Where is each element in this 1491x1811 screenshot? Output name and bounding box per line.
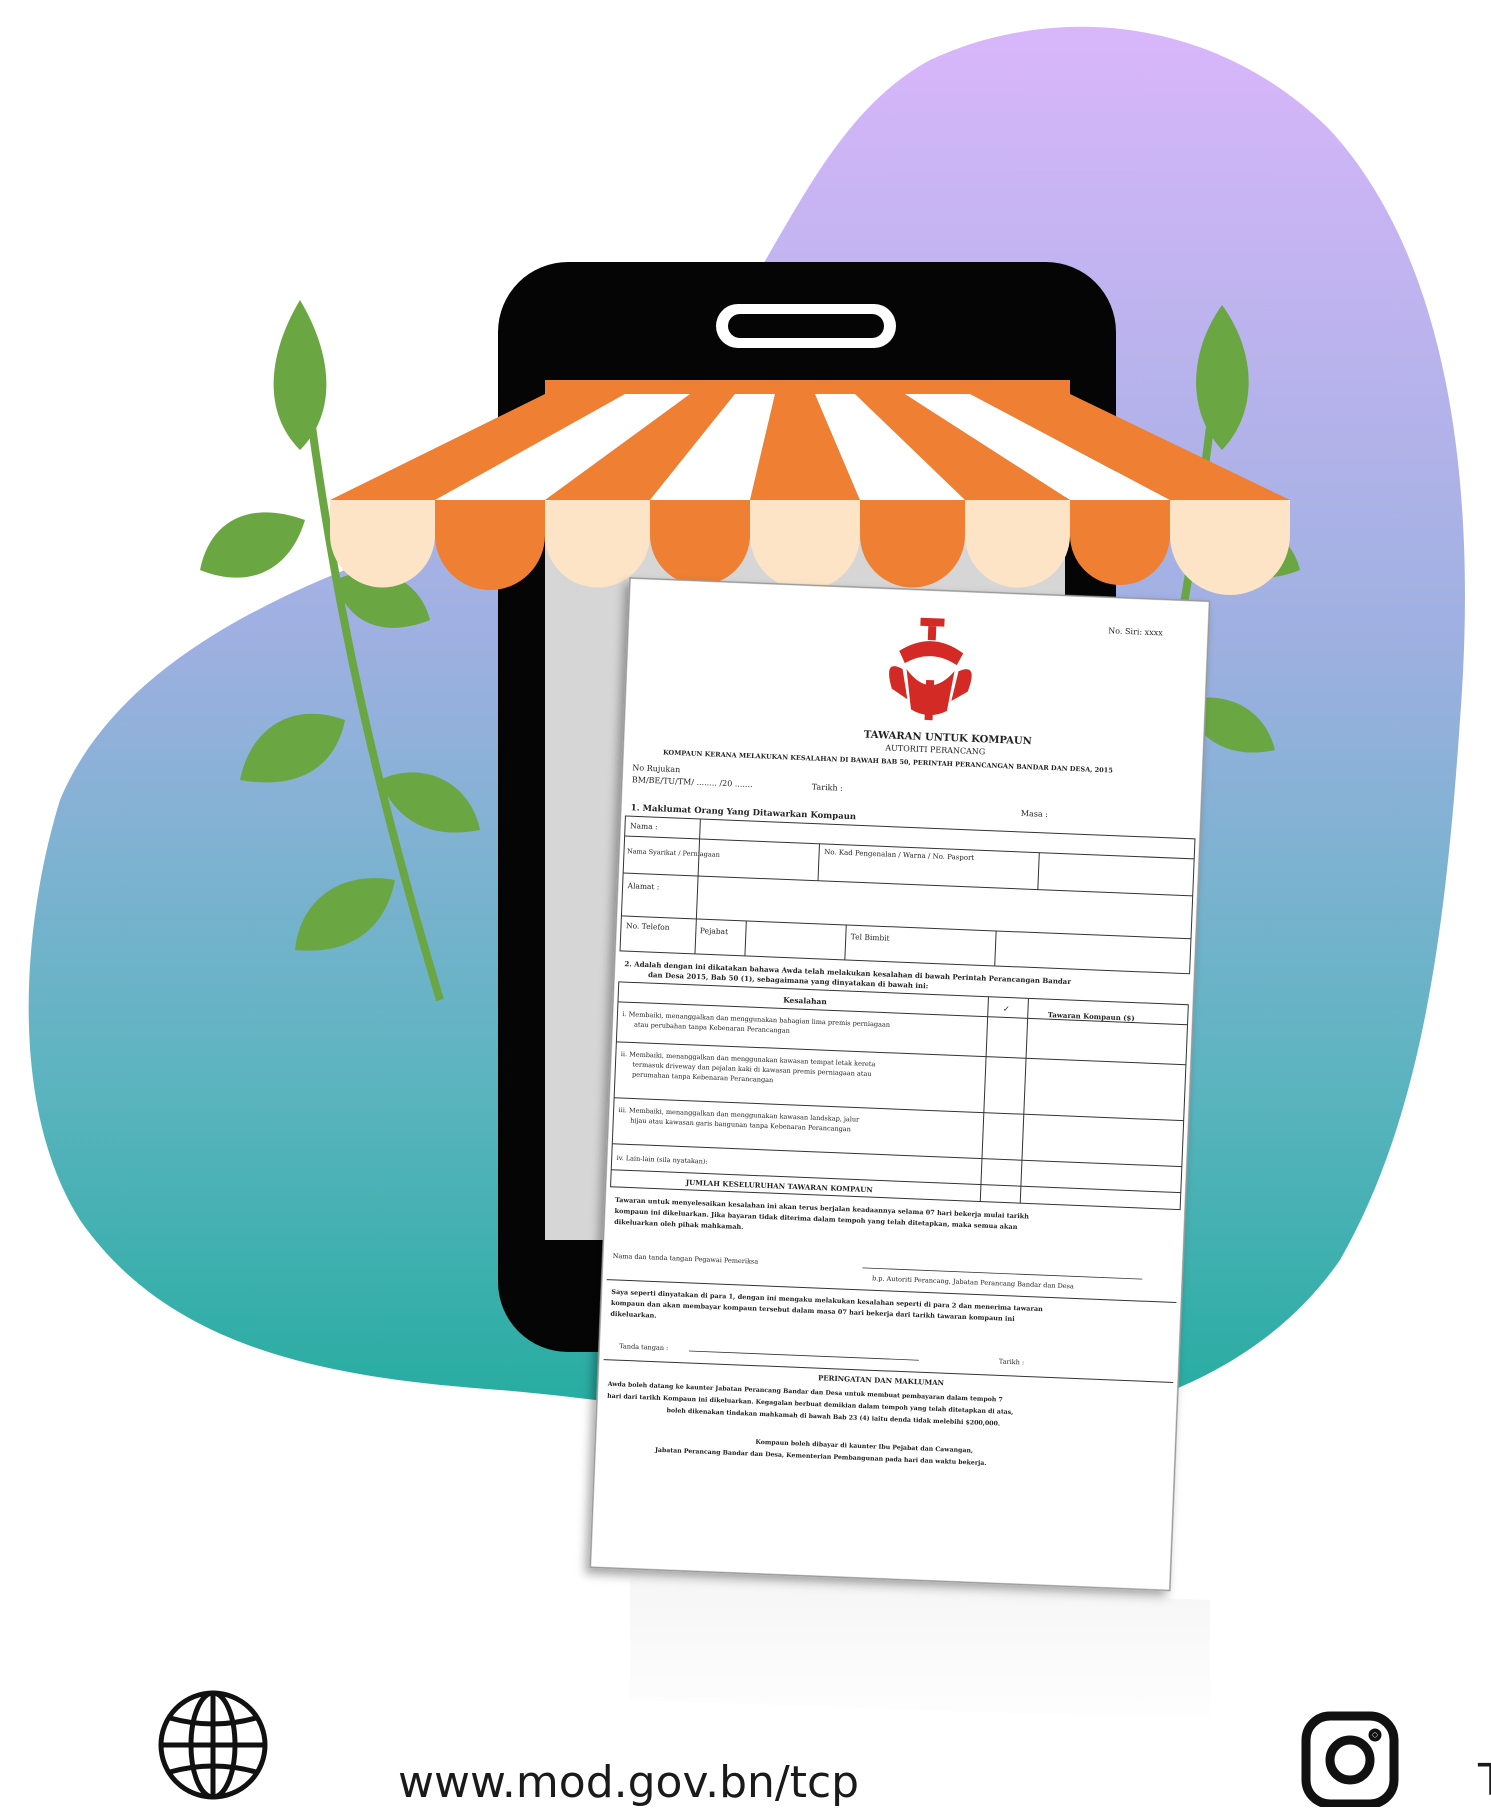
field-mobile-label: Tel Bimbit [851,932,890,943]
field-office-label: Pejabat [700,926,729,936]
website-link[interactable]: www.mod.gov.bn/tcp [398,1757,859,1808]
field-address-label: Alamat : [626,881,659,891]
field-name-label: Nama : [630,821,658,831]
sign-date-label: Tarikh : [999,1357,1025,1366]
col-tick-header: ✓ [1003,1004,1010,1013]
compound-document [589,577,1211,1592]
col-offence-header: Kesalahan [783,995,828,1006]
instagram-handle-partial: T [1478,1755,1491,1806]
time-label: Masa : [1021,809,1048,819]
illustration: No. Siri: xxxx TAWARAN UNTUK KOMPAUN AUT… [0,0,1491,1809]
field-phone-label: No. Telefon [626,921,670,932]
globe-icon [158,1690,268,1800]
file-label: No Rujukan [632,763,680,774]
instagram-icon[interactable] [1301,1711,1399,1809]
date-label: Tarikh : [812,782,843,792]
